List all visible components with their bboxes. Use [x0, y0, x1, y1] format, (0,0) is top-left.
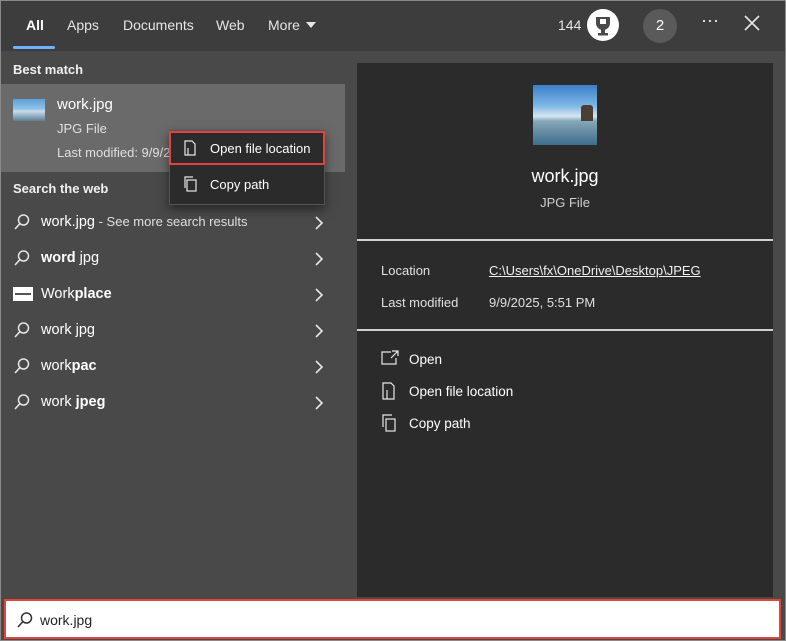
web-result-row[interactable]: work jpg [1, 312, 345, 348]
search-input[interactable] [40, 609, 740, 631]
preview-file-type: JPG File [540, 195, 590, 210]
tab-documents[interactable]: Documents [123, 17, 194, 33]
web-result-bold: jpeg [75, 394, 106, 410]
search-icon [13, 321, 31, 344]
top-bar: All Apps Documents Web More 144 2 ⋯ [1, 1, 785, 51]
action-open[interactable]: Open [381, 348, 681, 372]
search-icon [13, 249, 31, 272]
chevron-right-icon [314, 396, 324, 415]
web-result-normal: work jpg [41, 322, 95, 338]
web-result-bold: place [74, 286, 112, 302]
chevron-right-icon [314, 216, 324, 235]
web-result-text: Workplace [41, 286, 112, 302]
image-preview [533, 85, 597, 145]
rewards-points: 144 [558, 17, 582, 33]
folder-location-icon [182, 140, 198, 161]
best-match-modified: Last modified: 9/9/2 [57, 145, 171, 160]
location-label: Location [381, 263, 431, 278]
action-label: Open file location [409, 384, 514, 399]
web-result-row[interactable]: work jpeg [1, 384, 345, 420]
more-options-icon[interactable]: ⋯ [701, 11, 720, 32]
context-item-label: Copy path [210, 177, 270, 192]
web-result-row[interactable]: workpac [1, 348, 345, 384]
search-web-heading: Search the web [13, 181, 109, 196]
chevron-down-icon [305, 22, 316, 28]
search-icon [16, 611, 34, 634]
tab-all[interactable]: All [26, 17, 44, 33]
image-thumbnail [13, 99, 45, 121]
web-result-row[interactable]: word jpg [1, 240, 345, 276]
chevron-right-icon [314, 288, 324, 307]
action-label: Open [409, 352, 443, 367]
workplace-logo-icon [13, 287, 33, 301]
tab-more-label: More [268, 17, 300, 33]
divider [357, 239, 773, 241]
web-result-normal: work [41, 358, 72, 374]
best-match-name: work.jpg [57, 96, 113, 113]
preview-file-name: work.jpg [531, 166, 599, 186]
web-result-text: workpac [41, 358, 97, 374]
web-result-text: work jpg [41, 322, 95, 338]
best-match-heading: Best match [13, 62, 84, 77]
context-item-label: Open file location [210, 141, 311, 156]
search-icon [13, 213, 31, 236]
modified-value: 9/9/2025, 5:51 PM [489, 295, 596, 310]
copy-icon [182, 176, 198, 197]
modified-label: Last modified [381, 295, 459, 310]
tab-web[interactable]: Web [216, 17, 245, 33]
avatar[interactable]: 2 [643, 9, 677, 43]
active-tab-indicator [13, 46, 55, 49]
web-result-text: work.jpg - See more search results [41, 214, 247, 230]
web-result-suffix: - See more search results [95, 214, 248, 229]
copy-icon [381, 414, 397, 437]
open-icon [381, 350, 399, 371]
search-icon [13, 357, 31, 380]
web-result-text: work jpeg [41, 394, 105, 410]
web-result-normal: Work [41, 286, 75, 302]
context-menu: Open file location Copy path [169, 130, 325, 205]
web-result-text: word jpg [41, 250, 99, 266]
search-icon [13, 393, 31, 416]
tab-apps[interactable]: Apps [67, 17, 99, 33]
search-window: All Apps Documents Web More 144 2 ⋯ Best… [0, 0, 786, 641]
search-bar[interactable] [4, 599, 781, 639]
tab-more[interactable]: More [268, 17, 316, 33]
close-icon[interactable] [743, 14, 761, 37]
preview-panel: work.jpg JPG File Location C:\Users\fx\O… [357, 63, 773, 597]
chevron-right-icon [314, 360, 324, 379]
web-result-bold: word [41, 250, 76, 266]
rewards-trophy-icon[interactable] [587, 9, 619, 41]
divider [357, 329, 773, 331]
best-match-type: JPG File [57, 121, 107, 136]
web-result-bold: pac [71, 358, 97, 374]
context-open-file-location[interactable]: Open file location [169, 131, 325, 165]
web-result-tail: jpg [75, 250, 100, 266]
web-result-query: work.jpg [41, 214, 95, 230]
folder-location-icon [381, 382, 397, 405]
action-label: Copy path [409, 416, 471, 431]
web-result-row[interactable]: work.jpg - See more search results [1, 204, 345, 240]
action-open-file-location[interactable]: Open file location [381, 380, 681, 404]
location-link[interactable]: C:\Users\fx\OneDrive\Desktop\JPEG [489, 263, 701, 278]
chevron-right-icon [314, 324, 324, 343]
chevron-right-icon [314, 252, 324, 271]
context-copy-path[interactable]: Copy path [170, 168, 324, 200]
action-copy-path[interactable]: Copy path [381, 412, 681, 436]
web-result-row[interactable]: Workplace [1, 276, 345, 312]
web-result-normal: work [41, 394, 76, 410]
